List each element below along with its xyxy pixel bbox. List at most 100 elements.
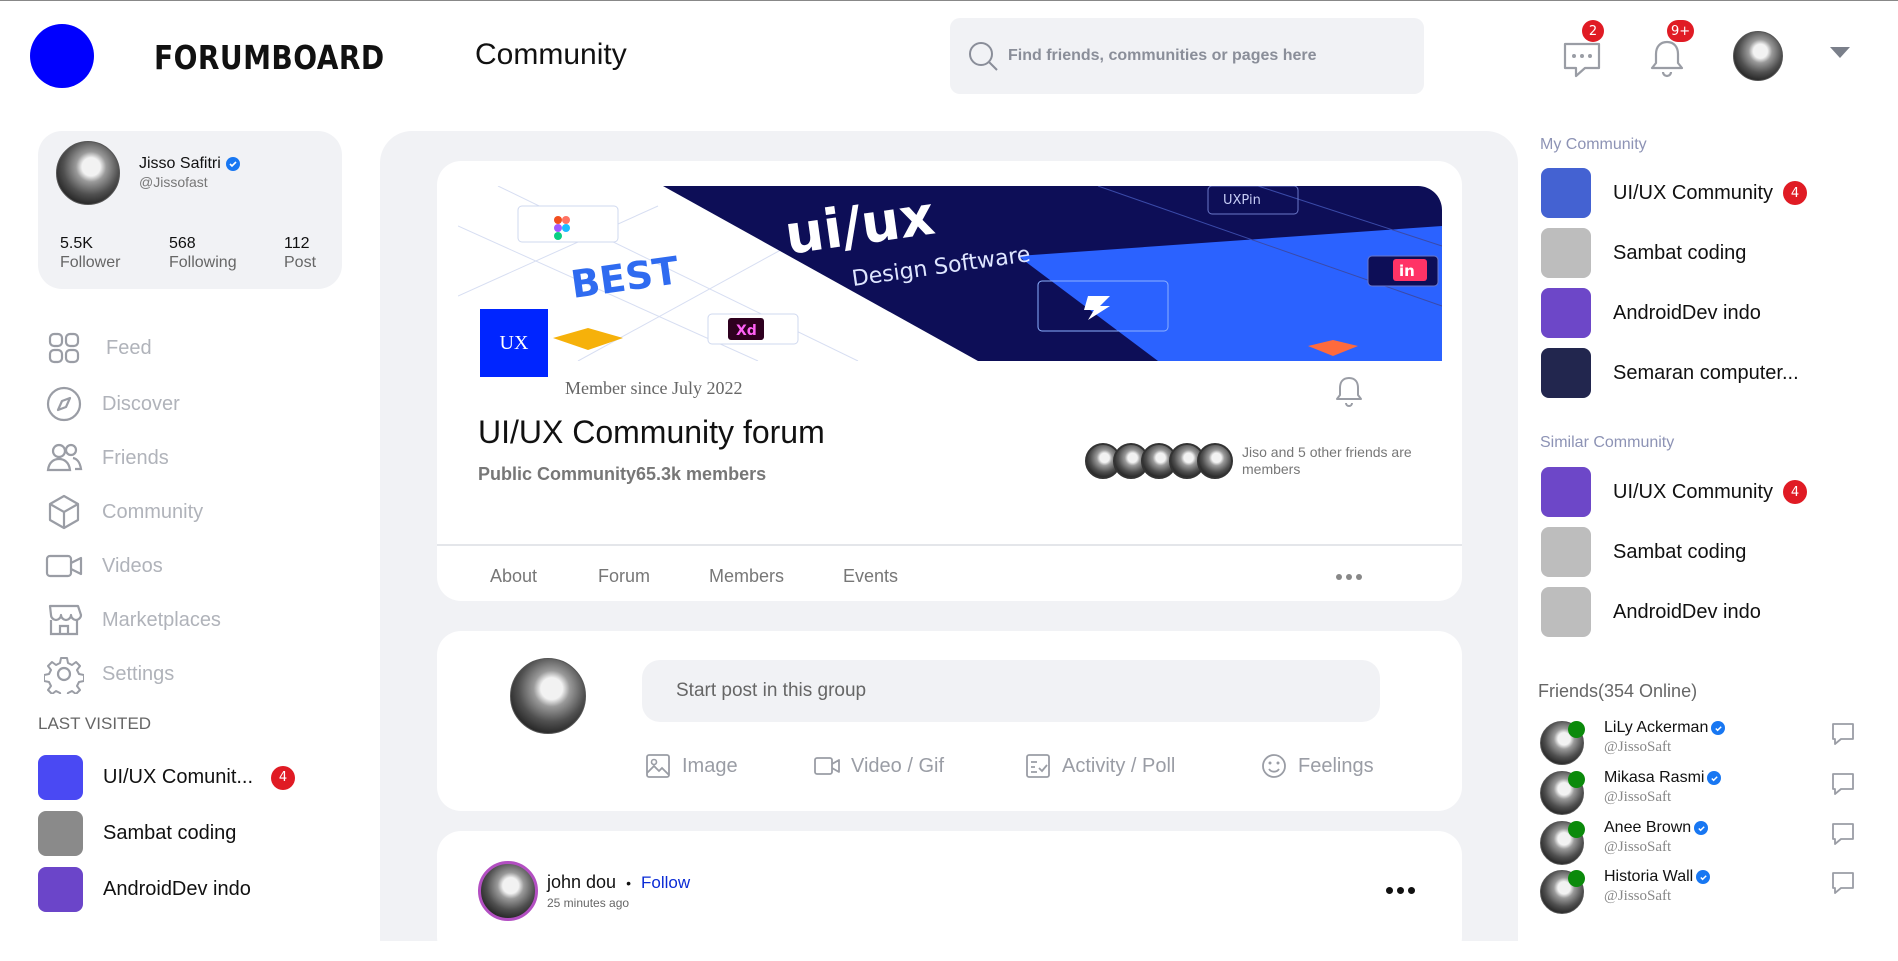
verified-icon: [1711, 721, 1726, 735]
post-author-name[interactable]: john dou: [547, 872, 616, 893]
similar-community-item[interactable]: AndroidDev indo: [1541, 587, 1761, 637]
image-button[interactable]: Image: [644, 752, 738, 780]
post-input[interactable]: [642, 660, 1380, 722]
profile-name: Jisso Safitri: [139, 155, 221, 172]
friend-name: Mikasa Rasmi: [1604, 769, 1705, 786]
cover-image: BEST Xd ui/ux Design Software UXPin in: [458, 186, 1442, 361]
friend-name-row: Mikasa Rasmi: [1604, 769, 1722, 787]
group-subtitle: Public Community65.3k members: [478, 464, 767, 484]
stat-following[interactable]: 568 Following: [169, 234, 237, 272]
nav-videos[interactable]: Videos: [44, 544, 163, 588]
image-icon: [646, 754, 670, 778]
message-icon[interactable]: [1830, 721, 1856, 747]
tab-members[interactable]: Members: [709, 566, 784, 587]
stat-followers[interactable]: 5.5K Follower: [60, 234, 120, 272]
friend-item[interactable]: Anee Brown @JissoSaft: [1540, 819, 1890, 865]
friends-icon: [46, 443, 83, 472]
nav-discover[interactable]: Discover: [44, 382, 180, 426]
search-bar[interactable]: [950, 18, 1424, 94]
community-thumb: [1541, 348, 1591, 398]
feelings-button[interactable]: Feelings: [1260, 752, 1374, 780]
friend-name-row: Historia Wall: [1604, 868, 1711, 886]
unread-badge: 4: [1783, 480, 1808, 504]
my-community-item[interactable]: Semaran computer...: [1541, 348, 1799, 398]
friend-name-row: Anee Brown: [1604, 819, 1709, 837]
friend-item[interactable]: Historia Wall @JissoSaft: [1540, 868, 1890, 914]
logo[interactable]: [30, 24, 94, 88]
nav-feed[interactable]: Feed: [44, 326, 152, 370]
search-icon: [969, 42, 998, 71]
post-author-avatar[interactable]: [478, 861, 538, 921]
my-community-item[interactable]: AndroidDev indo: [1541, 288, 1761, 338]
nav-friends[interactable]: Friends: [44, 436, 169, 480]
last-visited-item[interactable]: AndroidDev indo: [38, 867, 251, 912]
nav-settings[interactable]: Settings: [44, 652, 174, 696]
nav-community[interactable]: Community: [44, 490, 203, 534]
action-label: Video / Gif: [851, 754, 945, 777]
community-thumb: [1541, 467, 1591, 517]
chevron-down-icon[interactable]: [1830, 47, 1850, 58]
profile-name-row[interactable]: Jisso Safitri: [139, 155, 240, 173]
smile-icon: [1262, 754, 1286, 778]
verified-icon: [1707, 771, 1722, 785]
top-border: [0, 0, 1898, 1]
more-options-icon[interactable]: [1336, 574, 1362, 580]
similar-community-heading: Similar Community: [1540, 434, 1675, 451]
video-icon: [45, 554, 83, 578]
action-label: Activity / Poll: [1062, 754, 1176, 777]
compass-icon: [46, 386, 82, 422]
last-visited-item[interactable]: UI/UX Comunit... 4: [38, 755, 296, 800]
user-avatar[interactable]: [1733, 31, 1783, 81]
stat-posts[interactable]: 112 Post: [284, 234, 316, 272]
community-thumb: [1541, 228, 1591, 278]
similar-community-item[interactable]: UI/UX Community 4: [1541, 467, 1808, 517]
cover-in-text: in: [1399, 262, 1415, 280]
stat-number: 568: [169, 235, 196, 252]
follow-button[interactable]: Follow: [641, 873, 690, 893]
friend-name: Historia Wall: [1604, 868, 1694, 885]
verified-icon: [225, 157, 240, 171]
stat-label: Follower: [60, 254, 121, 271]
message-icon[interactable]: [1830, 821, 1856, 847]
nav-marketplaces[interactable]: Marketplaces: [44, 598, 221, 642]
message-icon[interactable]: [1830, 771, 1856, 797]
friend-item[interactable]: Mikasa Rasmi @JissoSaft: [1540, 769, 1890, 815]
messages-button[interactable]: 2: [1560, 20, 1604, 80]
message-icon[interactable]: [1830, 870, 1856, 896]
activity-poll-button[interactable]: Activity / Poll: [1024, 752, 1175, 780]
nav-label: Videos: [102, 554, 163, 577]
composer-avatar: [510, 658, 586, 734]
my-community-item[interactable]: UI/UX Community 4: [1541, 168, 1808, 218]
community-thumb: [38, 867, 83, 912]
tab-forum[interactable]: Forum: [598, 566, 650, 587]
nav-label: Feed: [106, 336, 152, 359]
member-avatars[interactable]: [1085, 443, 1233, 479]
video-gif-button[interactable]: Video / Gif: [813, 752, 944, 780]
community-name: UI/UX Community: [1613, 480, 1774, 503]
bullet-separator: •: [626, 874, 631, 891]
cube-icon: [48, 494, 80, 530]
friend-name: Anee Brown: [1604, 819, 1692, 836]
stat-number: 112: [284, 235, 310, 252]
tab-events[interactable]: Events: [843, 566, 898, 587]
stat-label: Following: [169, 254, 237, 271]
post-time: 25 minutes ago: [547, 896, 630, 910]
profile-card: Jisso Safitri @Jissofast 5.5K Follower 5…: [38, 131, 342, 289]
notifications-button[interactable]: 9+: [1645, 20, 1695, 80]
cover-xd-text: Xd: [736, 323, 757, 339]
post-more-icon[interactable]: [1386, 887, 1415, 894]
nav-label: Community: [102, 500, 204, 523]
group-title: UI/UX Community forum: [478, 414, 825, 450]
friend-name: LiLy Ackerman: [1604, 719, 1709, 736]
action-label: Feelings: [1298, 754, 1374, 777]
similar-community-item[interactable]: Sambat coding: [1541, 527, 1746, 577]
friend-item[interactable]: LiLy Ackerman @JissoSaft: [1540, 719, 1890, 765]
profile-avatar[interactable]: [56, 141, 120, 205]
cover-uxpin-text: UXPin: [1223, 193, 1261, 208]
tab-about[interactable]: About: [490, 566, 537, 587]
group-notify-button[interactable]: [1334, 375, 1364, 409]
last-visited-item[interactable]: Sambat coding: [38, 811, 236, 856]
search-input[interactable]: [1008, 47, 1408, 65]
friend-handle: @JissoSaft: [1604, 739, 1672, 755]
my-community-item[interactable]: Sambat coding: [1541, 228, 1746, 278]
